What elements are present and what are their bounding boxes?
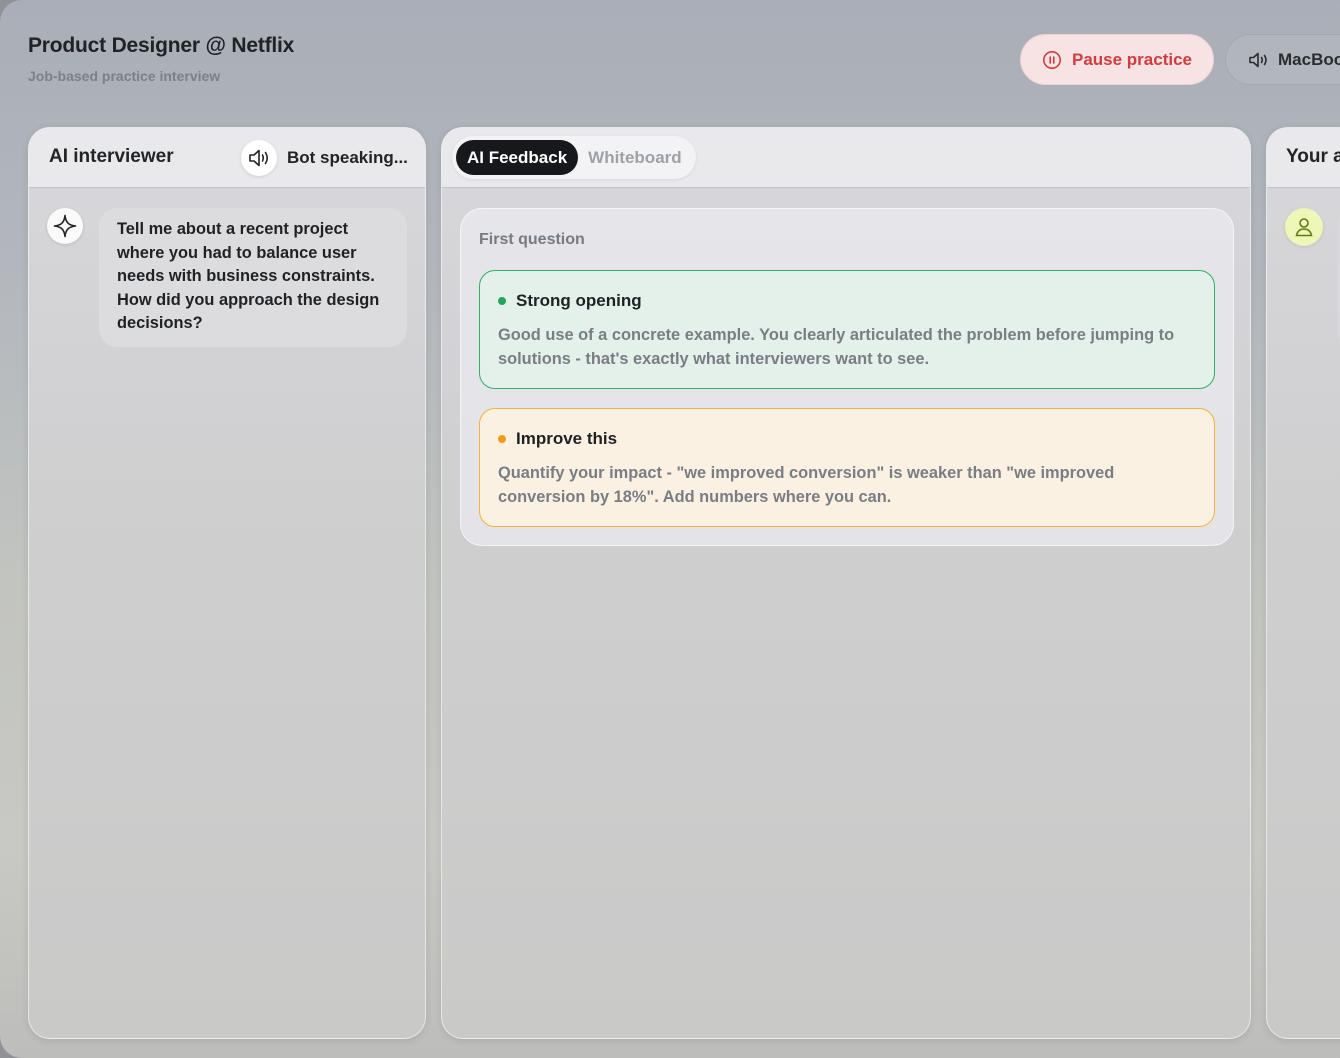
- tab-whiteboard[interactable]: Whiteboard: [588, 148, 682, 168]
- improve-dot-icon: [498, 435, 506, 443]
- user-avatar: [1285, 208, 1323, 246]
- interviewer-question: Tell me about a recent project where you…: [99, 208, 407, 347]
- feedback-panel-header: AI Feedback Whiteboard: [442, 128, 1250, 188]
- panel-tabs: AI Feedback Whiteboard: [452, 136, 696, 179]
- pause-practice-label: Pause practice: [1071, 49, 1192, 69]
- app-window: Product Designer @ Netflix Job-based pra…: [0, 0, 1340, 1058]
- feedback-positive-head: Strong opening: [498, 291, 1196, 311]
- interviewer-panel: AI interviewer Bot speaking... Tell me a…: [28, 127, 426, 1039]
- user-icon: [1295, 218, 1313, 237]
- page-title: Product Designer @ Netflix: [28, 34, 295, 57]
- interviewer-message: Tell me about a recent project where you…: [47, 208, 407, 347]
- answer-panel-title: Your answer: [1286, 146, 1340, 167]
- feedback-improve: Improve this Quantify your impact - "we …: [479, 408, 1215, 527]
- bot-status: Bot speaking...: [241, 140, 408, 176]
- pause-practice-button[interactable]: Pause practice: [1020, 34, 1214, 85]
- answer-panel-header: Your answer: [1267, 128, 1340, 188]
- feedback-improve-head: Improve this: [498, 429, 1196, 449]
- speaker-icon: [249, 149, 269, 167]
- pause-circle-icon: [1042, 50, 1061, 69]
- audio-device-label: MacBook: [1278, 49, 1340, 69]
- feedback-improve-title: Improve this: [516, 429, 618, 448]
- feedback-positive-title: Strong opening: [516, 291, 642, 310]
- positive-dot-icon: [498, 297, 506, 305]
- interviewer-panel-title: AI interviewer: [49, 146, 174, 167]
- bot-status-text: Bot speaking...: [287, 148, 408, 167]
- question-label: First question: [479, 231, 585, 248]
- speaker-toggle[interactable]: [241, 140, 277, 176]
- feedback-card: First question Strong opening Good use o…: [460, 208, 1234, 546]
- speaker-icon: [1249, 52, 1267, 67]
- audio-device-button[interactable]: MacBook: [1225, 34, 1340, 85]
- tab-ai-feedback[interactable]: AI Feedback: [456, 140, 579, 175]
- feedback-positive-body: Good use of a concrete example. You clea…: [498, 326, 1175, 368]
- page-subtitle: Job-based practice interview: [28, 68, 221, 84]
- interviewer-panel-header: AI interviewer Bot speaking...: [29, 128, 425, 188]
- sparkle-icon: [53, 214, 77, 238]
- ai-avatar: [47, 208, 83, 244]
- feedback-positive: Strong opening Good use of a concrete ex…: [479, 270, 1215, 389]
- feedback-panel: AI Feedback Whiteboard First question St…: [441, 127, 1251, 1039]
- feedback-improve-body: Quantify your impact - "we improved conv…: [498, 464, 1115, 506]
- answer-panel: Your answer: [1266, 127, 1340, 1039]
